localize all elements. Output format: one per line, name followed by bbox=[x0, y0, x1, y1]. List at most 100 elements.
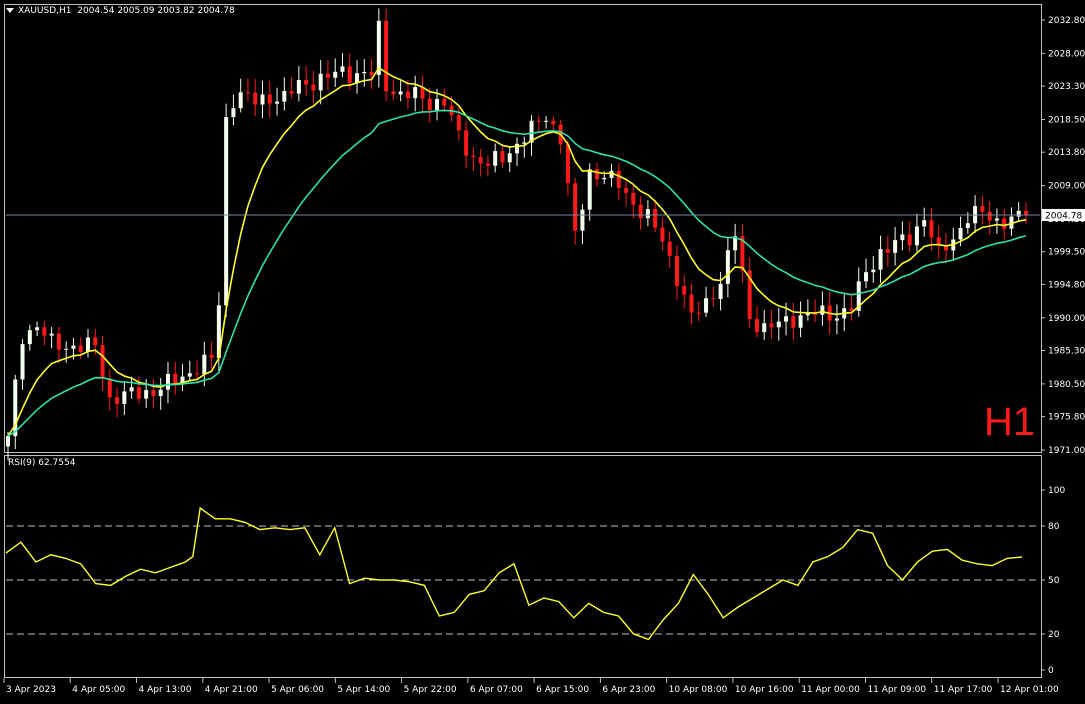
candle-bull bbox=[878, 249, 883, 270]
candle-bear bbox=[151, 390, 156, 396]
y-tick-label: 2013.80 bbox=[1048, 148, 1085, 158]
candle-bear bbox=[791, 316, 796, 328]
candle-bear bbox=[78, 345, 83, 352]
candle-bull bbox=[398, 91, 403, 95]
x-tick-label: 11 Apr 17:00 bbox=[934, 685, 993, 695]
candle-bear bbox=[42, 327, 47, 336]
candle-bear bbox=[980, 206, 985, 212]
x-tick-label: 6 Apr 23:00 bbox=[602, 685, 655, 695]
candle-bull bbox=[507, 153, 512, 163]
candle-bear bbox=[471, 155, 476, 158]
candle-bear bbox=[594, 169, 599, 180]
candle-bear bbox=[173, 373, 178, 384]
candle-bull bbox=[515, 143, 519, 154]
rsi-title: RSI(9) 62.7554 bbox=[8, 458, 76, 468]
candle-bull bbox=[580, 209, 585, 231]
candle-bull bbox=[587, 169, 592, 210]
candle-bull bbox=[1016, 210, 1021, 217]
dropdown-triangle-icon[interactable] bbox=[6, 8, 14, 13]
candle-bear bbox=[500, 151, 505, 163]
candle-bear bbox=[267, 94, 272, 104]
candle-bull bbox=[355, 73, 360, 83]
candle-bull bbox=[64, 348, 69, 350]
candle-bear bbox=[195, 373, 200, 375]
candle-bull bbox=[602, 177, 607, 180]
candle-bull bbox=[224, 117, 229, 306]
candle-bull bbox=[275, 101, 280, 104]
candle-bear bbox=[347, 66, 352, 83]
y-tick-label: 2032.80 bbox=[1048, 16, 1085, 26]
x-tick-label: 5 Apr 06:00 bbox=[271, 685, 324, 695]
x-tick-label: 10 Apr 16:00 bbox=[735, 685, 794, 695]
candle-bear bbox=[107, 378, 112, 398]
candle-bull bbox=[834, 318, 839, 321]
x-tick-label: 4 Apr 05:00 bbox=[72, 685, 125, 695]
rsi-y-tick-label: 0 bbox=[1048, 666, 1054, 676]
candle-bear bbox=[245, 92, 250, 94]
rsi-y-tick-label: 100 bbox=[1048, 486, 1065, 496]
y-tick-label: 2009.00 bbox=[1048, 182, 1085, 192]
candle-bull bbox=[85, 337, 90, 352]
candle-bear bbox=[384, 20, 389, 92]
candle-bull bbox=[49, 333, 54, 336]
timeframe-label: H1 bbox=[984, 400, 1036, 444]
symbol-header: XAUUSD,H1 2004.54 2005.09 2003.82 2004.7… bbox=[6, 6, 235, 16]
candle-bear bbox=[936, 237, 941, 245]
chart-svg: 2032.80 2028.00 2023.30 2018.50 2013.80 2009.… bbox=[0, 0, 1085, 700]
x-tick-label: 6 Apr 15:00 bbox=[536, 685, 589, 695]
candle-bear bbox=[907, 234, 912, 246]
candle-bull bbox=[202, 354, 207, 375]
candle-bear bbox=[674, 255, 679, 287]
y-tick-label: 2023.30 bbox=[1048, 82, 1085, 92]
candle-bull bbox=[129, 387, 134, 392]
candle-bull bbox=[20, 344, 25, 380]
y-tick-label: 1980.50 bbox=[1048, 380, 1085, 390]
candle-bear bbox=[253, 92, 258, 105]
candle-bull bbox=[238, 92, 243, 109]
candle-bull bbox=[340, 66, 345, 72]
candle-bear bbox=[696, 312, 701, 314]
candle-bear bbox=[616, 170, 621, 189]
candle-bear bbox=[369, 71, 374, 75]
price-tag-label: 2004.78 bbox=[1045, 211, 1082, 221]
candle-bear bbox=[485, 163, 490, 166]
candle-bear bbox=[638, 204, 643, 219]
candle-bull bbox=[776, 321, 781, 328]
candle-bear bbox=[56, 333, 61, 350]
candle-bull bbox=[362, 71, 367, 74]
candle-bear bbox=[769, 323, 774, 328]
candle-bull bbox=[522, 142, 527, 144]
x-tick-label: 5 Apr 22:00 bbox=[404, 685, 457, 695]
candle-bull bbox=[158, 389, 163, 396]
candle-bull bbox=[725, 250, 730, 284]
y-tick-label: 1994.80 bbox=[1048, 280, 1085, 290]
candle-bull bbox=[893, 240, 898, 253]
x-tick-label: 4 Apr 21:00 bbox=[205, 685, 258, 695]
y-tick-label: 1971.00 bbox=[1048, 446, 1085, 456]
candle-bull bbox=[435, 99, 440, 111]
y-tick-label: 1975.80 bbox=[1048, 413, 1085, 423]
candle-bull bbox=[864, 272, 869, 282]
x-tick-label: 4 Apr 13:00 bbox=[139, 685, 192, 695]
candle-bear bbox=[565, 144, 570, 184]
symbol-name: XAUUSD,H1 bbox=[18, 6, 72, 16]
candle-bear bbox=[631, 192, 636, 205]
candle-bear bbox=[689, 294, 694, 313]
candle-bear bbox=[209, 354, 214, 358]
y-tick-label: 2028.00 bbox=[1048, 49, 1085, 59]
candle-bull bbox=[994, 218, 999, 221]
candle-bear bbox=[754, 319, 759, 333]
y-tick-label: 1990.00 bbox=[1048, 314, 1085, 324]
y-tick-label: 2018.50 bbox=[1048, 115, 1085, 125]
candle-bull bbox=[784, 316, 789, 322]
candle-bull bbox=[282, 91, 287, 102]
x-tick-label: 5 Apr 14:00 bbox=[337, 685, 390, 695]
candle-bull bbox=[6, 436, 10, 447]
candle-bull bbox=[165, 373, 170, 390]
candle-bull bbox=[27, 330, 32, 345]
rsi-y-tick-label: 20 bbox=[1048, 630, 1060, 640]
candle-bear bbox=[464, 130, 469, 156]
candle-bear bbox=[711, 298, 716, 300]
chart-root: 2032.80 2028.00 2023.30 2018.50 2013.80 2009.… bbox=[0, 0, 1085, 700]
candle-bear bbox=[1002, 218, 1007, 229]
